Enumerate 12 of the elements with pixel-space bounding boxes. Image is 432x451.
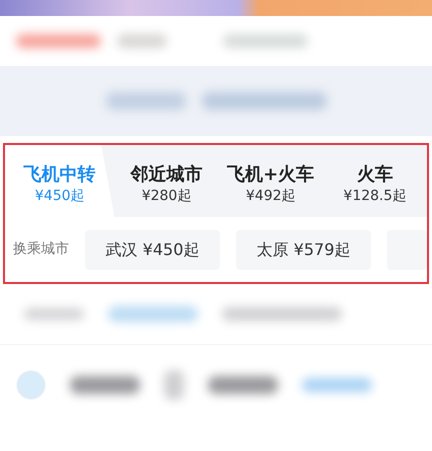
blurred-block — [208, 376, 278, 394]
blurred-block — [70, 376, 140, 394]
city-chip[interactable]: 武汉 ¥450起 — [85, 230, 220, 270]
blurred-block — [164, 370, 184, 400]
tab[interactable]: 火车 ¥128.5起 — [322, 145, 428, 217]
city-chip[interactable] — [387, 230, 427, 270]
blurred-block — [302, 378, 372, 392]
tab[interactable]: 邻近城市 ¥280起 — [114, 145, 219, 217]
city-chip[interactable]: 太原 ¥579起 — [236, 230, 371, 270]
tab[interactable]: 飞机+火车 ¥492起 — [218, 145, 323, 217]
logo-icon — [16, 370, 46, 400]
transfer-label: 换乘城市 — [13, 240, 69, 259]
